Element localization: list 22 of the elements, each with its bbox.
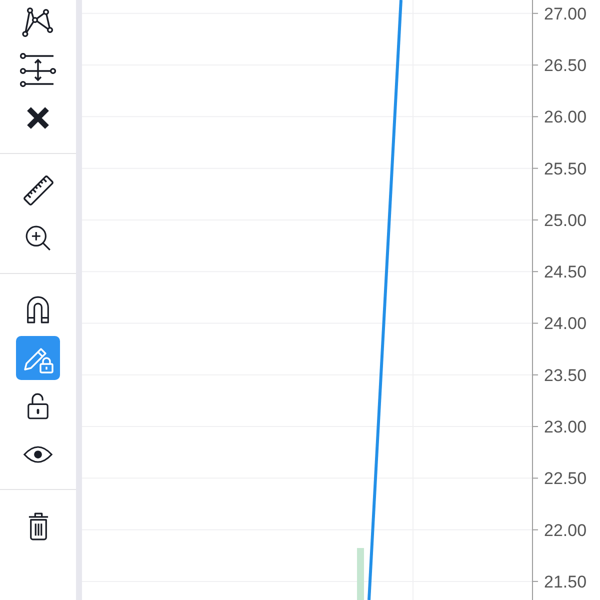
axis-label: 25.00 — [544, 210, 587, 230]
ruler-icon — [22, 174, 54, 206]
axis-label: 23.50 — [544, 366, 587, 385]
cross-icon — [26, 106, 50, 130]
axis-label: 25.50 — [544, 159, 587, 178]
trash-icon — [28, 512, 48, 540]
axis-label: 22.50 — [544, 469, 587, 488]
axis-label: 26.50 — [544, 56, 587, 76]
eye-icon — [23, 444, 53, 464]
axis-label: 24.50 — [544, 262, 587, 282]
magnet-icon — [26, 296, 50, 324]
zoom-in-icon — [25, 225, 51, 251]
axis-label: 24.00 — [544, 314, 587, 334]
axis-label: 22.00 — [544, 520, 587, 540]
volume-bar — [357, 548, 364, 600]
open-padlock-icon — [27, 392, 49, 420]
axis-label: 23.00 — [544, 418, 587, 437]
axis-label: 27.00 — [544, 4, 587, 24]
axis-label: 26.00 — [544, 108, 587, 127]
node-pattern-icon — [22, 6, 54, 38]
sliders-icon — [20, 53, 56, 87]
axis-label: 21.50 — [544, 572, 587, 592]
